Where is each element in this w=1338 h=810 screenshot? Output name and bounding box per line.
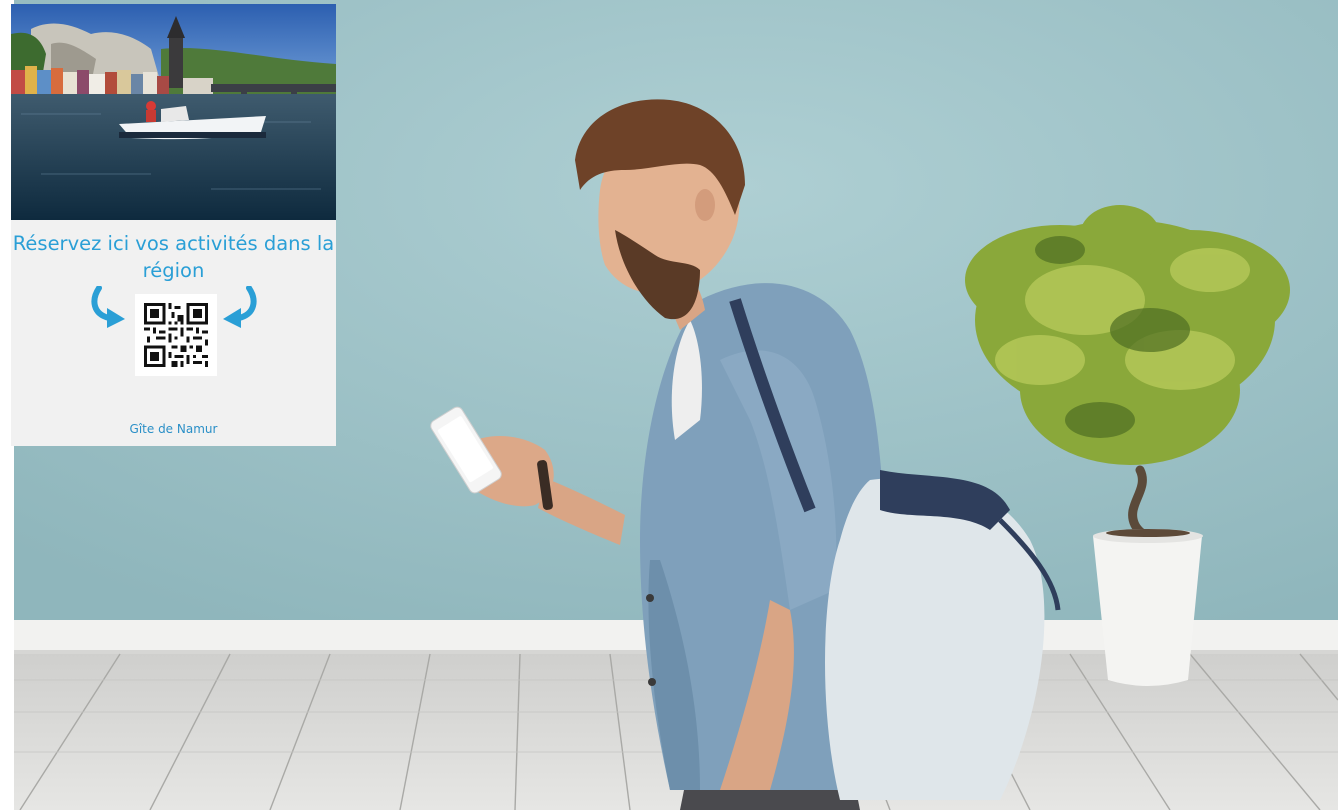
activity-poster: Réservez ici vos activités dans la régio… [11, 4, 336, 446]
qr-code[interactable] [135, 294, 217, 376]
curved-arrow-right-icon [91, 286, 125, 328]
dinant-river-photo [11, 4, 336, 220]
scene: Réservez ici vos activités dans la régio… [0, 0, 1338, 810]
poster-title: Réservez ici vos activités dans la régio… [12, 232, 335, 282]
qr-code-icon [144, 303, 208, 367]
curved-arrow-left-icon [223, 286, 257, 328]
poster-footer: Gîte de Namur [129, 422, 218, 436]
